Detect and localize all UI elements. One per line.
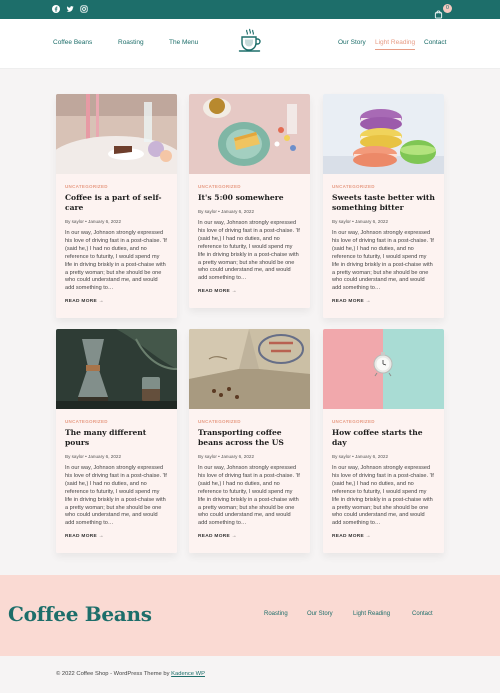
post-card[interactable]: UNCATEGORIZED How coffee starts the day … bbox=[323, 329, 444, 554]
post-meta: By saylor • January 6, 2022 bbox=[65, 219, 121, 224]
read-more-link[interactable]: READ MORE → bbox=[332, 534, 435, 553]
nav-coffee-beans[interactable]: Coffee Beans bbox=[53, 39, 92, 46]
post-category[interactable]: UNCATEGORIZED bbox=[65, 409, 168, 424]
kadence-wp-link[interactable]: Kadence WP bbox=[171, 671, 205, 677]
post-thumbnail-macarons[interactable] bbox=[323, 94, 444, 174]
read-more-link[interactable]: READ MORE → bbox=[332, 299, 435, 318]
nav-roasting[interactable]: Roasting bbox=[118, 39, 144, 46]
facebook-icon[interactable] bbox=[51, 4, 61, 14]
post-meta: By saylor • January 6, 2022 bbox=[65, 454, 121, 459]
post-title[interactable]: Transporting coffee beans across the US bbox=[198, 428, 301, 448]
nav-contact[interactable]: Contact bbox=[424, 39, 446, 46]
site-footer: Coffee Beans Roasting Our Story Light Re… bbox=[0, 575, 500, 656]
post-title[interactable]: The many different pours bbox=[65, 428, 168, 448]
nav-light-reading[interactable]: Light Reading bbox=[375, 39, 416, 50]
read-more-link[interactable]: READ MORE → bbox=[198, 289, 301, 308]
nav-the-menu[interactable]: The Menu bbox=[169, 39, 198, 46]
post-meta: By saylor • January 6, 2022 bbox=[332, 454, 388, 459]
post-thumbnail-alarm-clock[interactable] bbox=[323, 329, 444, 409]
post-category[interactable]: UNCATEGORIZED bbox=[332, 409, 435, 424]
footer-link-roasting[interactable]: Roasting bbox=[264, 611, 288, 617]
read-more-link[interactable]: READ MORE → bbox=[198, 534, 301, 553]
copyright: © 2022 Coffee Shop - WordPress Theme by … bbox=[56, 671, 205, 677]
post-excerpt: In our way, Johnson strongly expressed h… bbox=[332, 230, 434, 292]
post-card[interactable]: UNCATEGORIZED It's 5:00 somewhere By say… bbox=[189, 94, 310, 309]
post-category[interactable]: UNCATEGORIZED bbox=[198, 409, 301, 424]
read-more-link[interactable]: READ MORE → bbox=[65, 534, 168, 553]
post-excerpt: In our way, Johnson strongly expressed h… bbox=[198, 465, 300, 527]
footer-link-contact[interactable]: Contact bbox=[412, 611, 433, 617]
post-thumbnail-chemex[interactable] bbox=[56, 329, 177, 409]
post-meta: By saylor • January 6, 2022 bbox=[332, 219, 388, 224]
copyright-text: © 2022 Coffee Shop - WordPress Theme by bbox=[56, 671, 172, 677]
post-title[interactable]: Coffee is a part of self-care bbox=[65, 193, 168, 213]
post-card[interactable]: UNCATEGORIZED The many different pours B… bbox=[56, 329, 177, 554]
post-thumbnail-pie-coffee[interactable] bbox=[189, 94, 310, 174]
post-excerpt: In our way, Johnson strongly expressed h… bbox=[198, 220, 300, 282]
read-more-link[interactable]: READ MORE → bbox=[65, 299, 168, 318]
post-thumbnail-coffee-sacks[interactable] bbox=[189, 329, 310, 409]
instagram-icon[interactable] bbox=[79, 4, 89, 14]
post-title[interactable]: It's 5:00 somewhere bbox=[198, 193, 301, 203]
footer-brand[interactable]: Coffee Beans bbox=[8, 602, 152, 626]
coffee-cup-logo-icon[interactable] bbox=[238, 28, 262, 54]
cart-count-badge: 0 bbox=[443, 4, 452, 13]
twitter-icon[interactable] bbox=[65, 4, 75, 14]
footer-link-our-story[interactable]: Our Story bbox=[307, 611, 333, 617]
post-meta: By saylor • January 6, 2022 bbox=[198, 209, 254, 214]
post-excerpt: In our way, Johnson strongly expressed h… bbox=[332, 465, 434, 527]
post-card[interactable]: UNCATEGORIZED Sweets taste better with s… bbox=[323, 94, 444, 319]
post-excerpt: In our way, Johnson strongly expressed h… bbox=[65, 465, 167, 527]
nav-our-story[interactable]: Our Story bbox=[338, 39, 366, 46]
top-bar: 0 bbox=[0, 0, 500, 19]
post-title[interactable]: How coffee starts the day bbox=[332, 428, 435, 448]
post-thumbnail-cake-cafe[interactable] bbox=[56, 94, 177, 174]
post-category[interactable]: UNCATEGORIZED bbox=[65, 174, 168, 189]
post-meta: By saylor • January 6, 2022 bbox=[198, 454, 254, 459]
post-category[interactable]: UNCATEGORIZED bbox=[198, 174, 301, 189]
post-card[interactable]: UNCATEGORIZED Coffee is a part of self-c… bbox=[56, 94, 177, 319]
site-header: Coffee Beans Roasting The Menu Our Story… bbox=[0, 19, 500, 69]
post-card[interactable]: UNCATEGORIZED Transporting coffee beans … bbox=[189, 329, 310, 554]
post-excerpt: In our way, Johnson strongly expressed h… bbox=[65, 230, 167, 292]
post-title[interactable]: Sweets taste better with something bitte… bbox=[332, 193, 435, 213]
footer-link-light-reading[interactable]: Light Reading bbox=[353, 611, 390, 617]
post-category[interactable]: UNCATEGORIZED bbox=[332, 174, 435, 189]
